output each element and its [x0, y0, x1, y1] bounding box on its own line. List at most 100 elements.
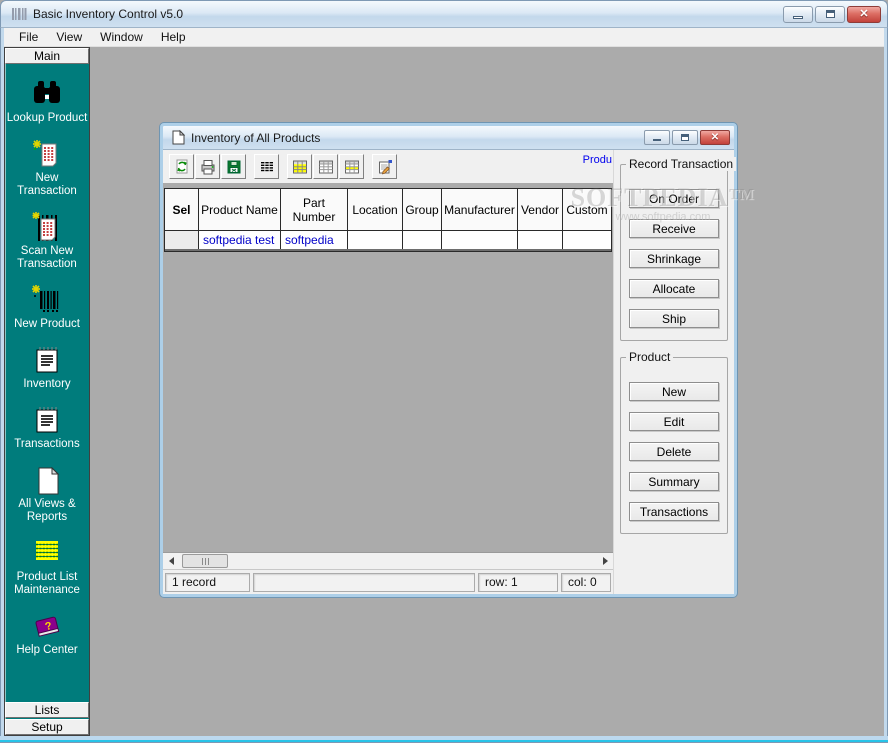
- child-minimize-button[interactable]: [644, 130, 670, 145]
- transactions-button[interactable]: Transactions: [629, 502, 719, 521]
- child-restore-button[interactable]: [672, 130, 698, 145]
- cell-part-number[interactable]: softpedia: [281, 231, 348, 249]
- table-header-row: Sel Product Name Part Number Location Gr…: [165, 189, 611, 231]
- table-workspace: Produ Sel Product Name Part Number Locat…: [163, 150, 613, 594]
- shrinkage-button[interactable]: Shrinkage: [629, 249, 719, 268]
- ship-button[interactable]: Ship: [629, 309, 719, 328]
- allocate-button[interactable]: Allocate: [629, 279, 719, 298]
- sidebar-item-new-product[interactable]: New Product: [5, 284, 89, 331]
- status-record-count: 1 record: [165, 573, 250, 592]
- sidebar-bottom-tabs: Lists Setup: [5, 701, 89, 735]
- left-arrow-icon: [169, 557, 174, 565]
- binoculars-icon: [30, 78, 64, 110]
- restore-button[interactable]: [815, 6, 845, 23]
- column-header-customer[interactable]: Custom: [563, 189, 611, 231]
- column-header-manufacturer[interactable]: Manufacturer: [442, 189, 518, 231]
- column-header-part-number[interactable]: Part Number: [281, 189, 348, 231]
- cell-sel[interactable]: [165, 231, 199, 249]
- cell-location[interactable]: [348, 231, 403, 249]
- notepad-icon: [30, 344, 64, 376]
- receive-button[interactable]: Receive: [629, 219, 719, 238]
- scroll-right-button[interactable]: [597, 553, 613, 569]
- sidebar-tab-setup[interactable]: Setup: [5, 719, 89, 735]
- sidebar-items: Lookup Product New Transaction Scan New …: [5, 65, 89, 699]
- sidebar-item-all-views-reports[interactable]: All Views & Reports: [5, 464, 89, 524]
- scrollbar-thumb[interactable]: [182, 554, 228, 568]
- grid-area: Sel Product Name Part Number Location Gr…: [163, 183, 613, 552]
- status-bar: 1 record row: 1 col: 0: [163, 569, 613, 594]
- menu-help[interactable]: Help: [152, 28, 195, 46]
- view-grid-plain-button[interactable]: [313, 154, 338, 179]
- sidebar-item-new-transaction[interactable]: New Transaction: [5, 138, 89, 198]
- minimize-icon: [793, 16, 803, 19]
- column-header-location[interactable]: Location: [348, 189, 403, 231]
- print-icon: [200, 159, 216, 175]
- table-row[interactable]: softpedia test softpedia: [165, 231, 611, 251]
- grid-highlight2-icon: [344, 159, 360, 175]
- column-header-group[interactable]: Group: [403, 189, 442, 231]
- sidebar: Main Lookup Product New Transaction Scan…: [4, 47, 90, 736]
- horizontal-scrollbar[interactable]: [163, 552, 613, 569]
- scroll-left-button[interactable]: [163, 553, 179, 569]
- toolbar: Produ: [163, 150, 613, 183]
- mdi-area: Inventory of All Products ✕: [90, 47, 884, 736]
- save-button[interactable]: [221, 154, 246, 179]
- sidebar-item-product-list-maintenance[interactable]: Product List Maintenance: [5, 537, 89, 597]
- view-grid-highlight-button[interactable]: [287, 154, 312, 179]
- print-button[interactable]: [195, 154, 220, 179]
- sidebar-item-scan-new-transaction[interactable]: Scan New Transaction: [5, 211, 89, 271]
- cell-manufacturer[interactable]: [442, 231, 518, 249]
- notepad-icon: [30, 404, 64, 436]
- menu-window[interactable]: Window: [91, 28, 152, 46]
- status-row-indicator: row: 1: [478, 573, 558, 592]
- restore-icon: [681, 134, 689, 141]
- column-header-vendor[interactable]: Vendor: [518, 189, 563, 231]
- column-header-sel[interactable]: Sel: [165, 189, 199, 231]
- sidebar-item-help-center[interactable]: ? Help Center: [5, 610, 89, 657]
- cell-group[interactable]: [403, 231, 442, 249]
- document-icon: [30, 464, 64, 496]
- receipt-new-icon: [30, 138, 64, 170]
- new-button[interactable]: New: [629, 382, 719, 401]
- edit-button[interactable]: Edit: [629, 412, 719, 431]
- properties-icon: [377, 159, 393, 175]
- sidebar-item-lookup-product[interactable]: Lookup Product: [5, 78, 89, 125]
- titlebar: Basic Inventory Control v5.0 ✕: [0, 0, 888, 28]
- on-order-button[interactable]: On Order: [629, 189, 719, 208]
- minimize-icon: [653, 139, 661, 141]
- barcode-new-icon: [30, 284, 64, 316]
- close-icon: ✕: [711, 133, 719, 143]
- save-icon: [226, 159, 242, 175]
- menu-file[interactable]: File: [10, 28, 47, 46]
- inventory-window: Inventory of All Products ✕: [160, 123, 737, 597]
- sidebar-tab-main[interactable]: Main: [5, 48, 89, 64]
- column-header-product-name[interactable]: Product Name: [199, 189, 281, 231]
- sidebar-tab-lists[interactable]: Lists: [5, 702, 89, 718]
- cell-product-name[interactable]: softpedia test: [199, 231, 281, 249]
- child-close-button[interactable]: ✕: [700, 130, 730, 145]
- column-list-button[interactable]: [254, 154, 279, 179]
- products-link[interactable]: Produ: [583, 154, 612, 166]
- right-arrow-icon: [603, 557, 608, 565]
- help-book-icon: ?: [30, 610, 64, 642]
- product-group: Product New Edit Delete Summary Transact…: [620, 357, 728, 534]
- cell-customer[interactable]: [563, 231, 611, 249]
- minimize-button[interactable]: [783, 6, 813, 23]
- products-table: Sel Product Name Part Number Location Gr…: [164, 188, 612, 252]
- properties-button[interactable]: [372, 154, 397, 179]
- inventory-window-titlebar: Inventory of All Products ✕: [163, 126, 734, 150]
- refresh-button[interactable]: [169, 154, 194, 179]
- sidebar-item-transactions[interactable]: Transactions: [5, 404, 89, 451]
- view-grid-highlight2-button[interactable]: [339, 154, 364, 179]
- close-button[interactable]: ✕: [847, 6, 881, 23]
- cell-vendor[interactable]: [518, 231, 563, 249]
- summary-button[interactable]: Summary: [629, 472, 719, 491]
- menu-view[interactable]: View: [47, 28, 91, 46]
- sidebar-item-inventory[interactable]: Inventory: [5, 344, 89, 391]
- receipt-scan-icon: [30, 211, 64, 243]
- window-title: Basic Inventory Control v5.0: [33, 7, 183, 21]
- status-message: [253, 573, 475, 592]
- delete-button[interactable]: Delete: [629, 442, 719, 461]
- product-group-label: Product: [626, 350, 673, 364]
- grid-highlight-icon: [292, 159, 308, 175]
